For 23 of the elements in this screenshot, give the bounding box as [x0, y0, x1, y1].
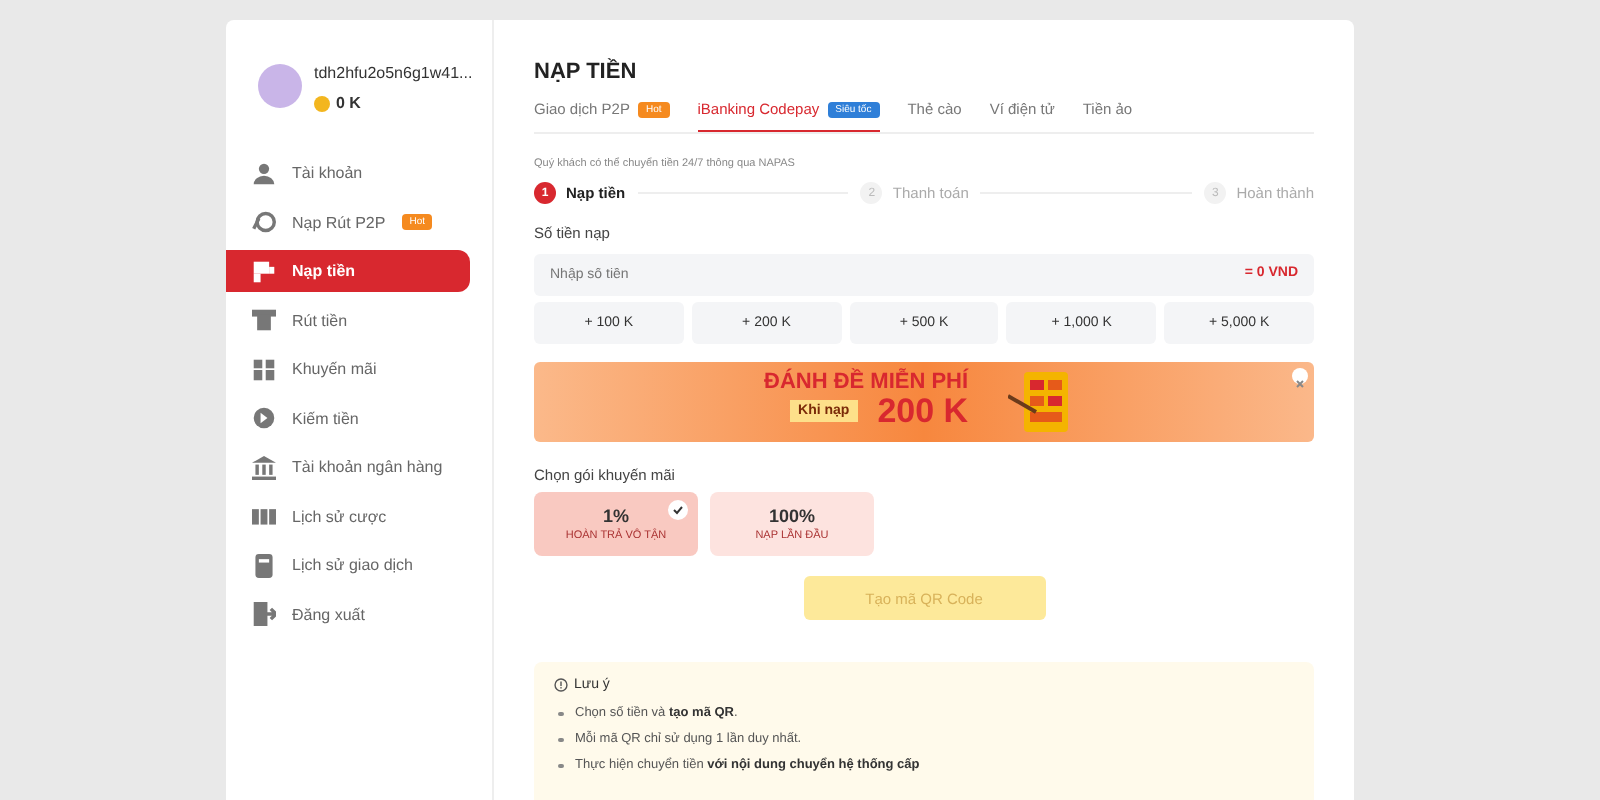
username: tdh2hfu2o5n6g1w41...	[314, 64, 473, 82]
sidebar-item[interactable]: Khuyến mãi	[226, 348, 470, 390]
bullet	[558, 737, 563, 743]
coin-icon	[314, 95, 330, 111]
info-icon	[554, 678, 568, 692]
sidebar-item[interactable]: Lịch sử giao dịch	[226, 544, 470, 586]
banner-headline: ĐÁNH ĐỀ MIỄN PHÍ	[764, 370, 969, 394]
sidebar-item[interactable]: Tài khoản	[226, 152, 470, 194]
sidebar-item[interactable]: Rút tiền	[226, 299, 470, 341]
bullet	[558, 711, 563, 717]
balance: 0 K	[336, 94, 361, 112]
ticket-drawing	[1008, 368, 1072, 436]
sidebar-item[interactable]: Đăng xuất	[226, 593, 470, 635]
banner-amount: 200 K	[877, 394, 969, 428]
check-icon	[668, 500, 688, 520]
sidebar-item[interactable]: Tài khoản ngân hàng	[226, 446, 470, 488]
sidebar-item[interactable]: Kiếm tiền	[226, 397, 470, 439]
close-button[interactable]	[1292, 368, 1308, 384]
bullet	[558, 763, 563, 769]
avatar	[258, 64, 302, 108]
sidebar-item[interactable]: Nạp tiền	[226, 250, 470, 292]
page-title: NẠP TIỀN	[534, 60, 639, 84]
sidebar-item[interactable]: Lịch sử cược	[226, 495, 470, 537]
